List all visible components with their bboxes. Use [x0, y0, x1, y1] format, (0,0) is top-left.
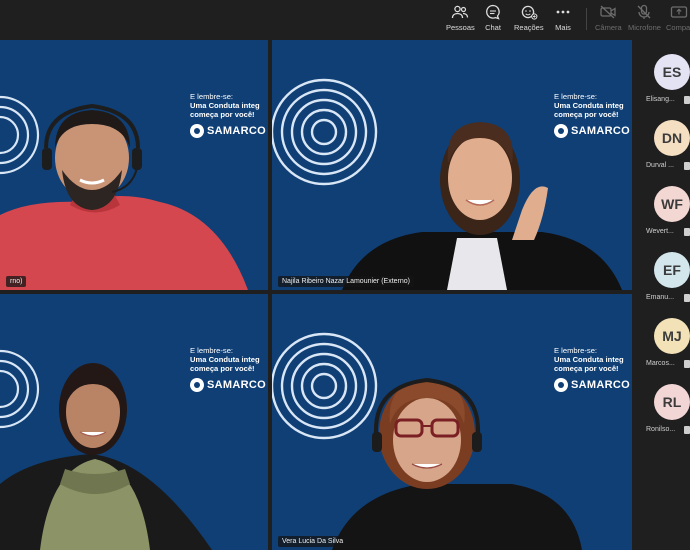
- video-feed: [0, 294, 268, 550]
- participant-tile[interactable]: EF Emanu...: [636, 252, 690, 312]
- chat-icon: [486, 4, 500, 20]
- participant-name: Durval ...: [646, 162, 675, 169]
- samarco-logo-icon: [190, 124, 204, 138]
- banner-line2: começa por você!: [554, 364, 619, 373]
- banner-reminder: E lembre-se:: [554, 346, 598, 355]
- video-feed: [272, 40, 632, 290]
- participant-name: Ronilso...: [646, 426, 676, 433]
- video-tile[interactable]: E lembre-se: Uma Conduta integ começa po…: [272, 294, 632, 550]
- banner-line1: Uma Conduta integ: [554, 101, 624, 110]
- share-label: Compar: [666, 23, 690, 32]
- mic-muted-icon: [684, 294, 690, 302]
- more-button[interactable]: Mais: [554, 4, 572, 36]
- banner-line2: começa por você!: [554, 110, 619, 119]
- participant-nameplate: Najila Ribeiro Nazar Lamounier (Externo): [278, 276, 414, 287]
- toolbar-divider: [586, 8, 587, 30]
- reactions-icon: [521, 5, 538, 20]
- video-tile[interactable]: E lembre-se: Uma Conduta integ começa po…: [0, 40, 268, 290]
- samarco-logo-icon: [554, 124, 568, 138]
- mic-muted-icon: [684, 360, 690, 368]
- meeting-toolbar: Pessoas Chat Reações Mais Câmera Microfo…: [0, 0, 690, 38]
- mic-muted-icon: [684, 426, 690, 434]
- participant-nameplate: rno): [6, 276, 27, 287]
- participant-tile[interactable]: WF Wevert...: [636, 186, 690, 246]
- samarco-logo: SAMARCO: [190, 378, 266, 392]
- banner-line2: começa por você!: [190, 110, 255, 119]
- microphone-label: Microfone: [628, 23, 661, 32]
- avatar: WF: [654, 186, 690, 222]
- participant-tile[interactable]: ES Elisang...: [636, 54, 690, 114]
- participants-rail: ES Elisang... DN Durval ... WF Wevert...…: [636, 40, 690, 550]
- samarco-logo: SAMARCO: [554, 124, 630, 138]
- people-icon: [452, 5, 469, 19]
- banner-line1: Uma Conduta integ: [190, 355, 260, 364]
- camera-label: Câmera: [595, 23, 622, 32]
- samarco-logo: SAMARCO: [190, 124, 266, 138]
- avatar: RL: [654, 384, 690, 420]
- mic-muted-icon: [684, 162, 690, 170]
- microphone-button[interactable]: Microfone: [628, 4, 661, 36]
- samarco-logo-icon: [554, 378, 568, 392]
- microphone-off-icon: [638, 4, 651, 19]
- mic-muted-icon: [684, 96, 690, 104]
- people-label: Pessoas: [446, 23, 475, 32]
- banner-line1: Uma Conduta integ: [190, 101, 260, 110]
- video-tile[interactable]: E lembre-se: Uma Conduta integ começa po…: [272, 40, 632, 290]
- samarco-logo-icon: [190, 378, 204, 392]
- participant-name: Wevert...: [646, 228, 674, 235]
- chat-button[interactable]: Chat: [484, 4, 502, 36]
- mic-muted-icon: [684, 228, 690, 236]
- reactions-label: Reações: [514, 23, 544, 32]
- participant-nameplate: Vera Lucia Da Silva: [278, 536, 348, 547]
- samarco-logo: SAMARCO: [554, 378, 630, 392]
- camera-button[interactable]: Câmera: [595, 4, 622, 36]
- participant-name: Marcos...: [646, 360, 675, 367]
- banner-line2: começa por você!: [190, 364, 255, 373]
- share-icon: [671, 6, 688, 18]
- banner-reminder: E lembre-se:: [190, 92, 234, 101]
- participant-name: Elisang...: [646, 96, 675, 103]
- participant-tile[interactable]: RL Ronilso...: [636, 384, 690, 444]
- video-tile[interactable]: E lembre-se: Uma Conduta integ começa po…: [0, 294, 268, 550]
- avatar: DN: [654, 120, 690, 156]
- video-feed: [0, 40, 268, 290]
- avatar: EF: [654, 252, 690, 288]
- participant-tile[interactable]: DN Durval ...: [636, 120, 690, 180]
- reactions-button[interactable]: Reações: [514, 4, 544, 36]
- banner-reminder: E lembre-se:: [554, 92, 598, 101]
- video-grid: E lembre-se: Uma Conduta integ começa po…: [0, 40, 632, 550]
- chat-label: Chat: [485, 23, 501, 32]
- camera-off-icon: [600, 5, 616, 19]
- share-button[interactable]: Compar: [666, 4, 690, 36]
- avatar: MJ: [654, 318, 690, 354]
- banner-line1: Uma Conduta integ: [554, 355, 624, 364]
- people-button[interactable]: Pessoas: [446, 4, 475, 36]
- participant-tile[interactable]: MJ Marcos...: [636, 318, 690, 378]
- participant-name: Emanu...: [646, 294, 675, 301]
- video-feed: [272, 294, 632, 550]
- avatar: ES: [654, 54, 690, 90]
- banner-reminder: E lembre-se:: [190, 346, 234, 355]
- more-label: Mais: [555, 23, 571, 32]
- more-icon: [556, 10, 570, 14]
